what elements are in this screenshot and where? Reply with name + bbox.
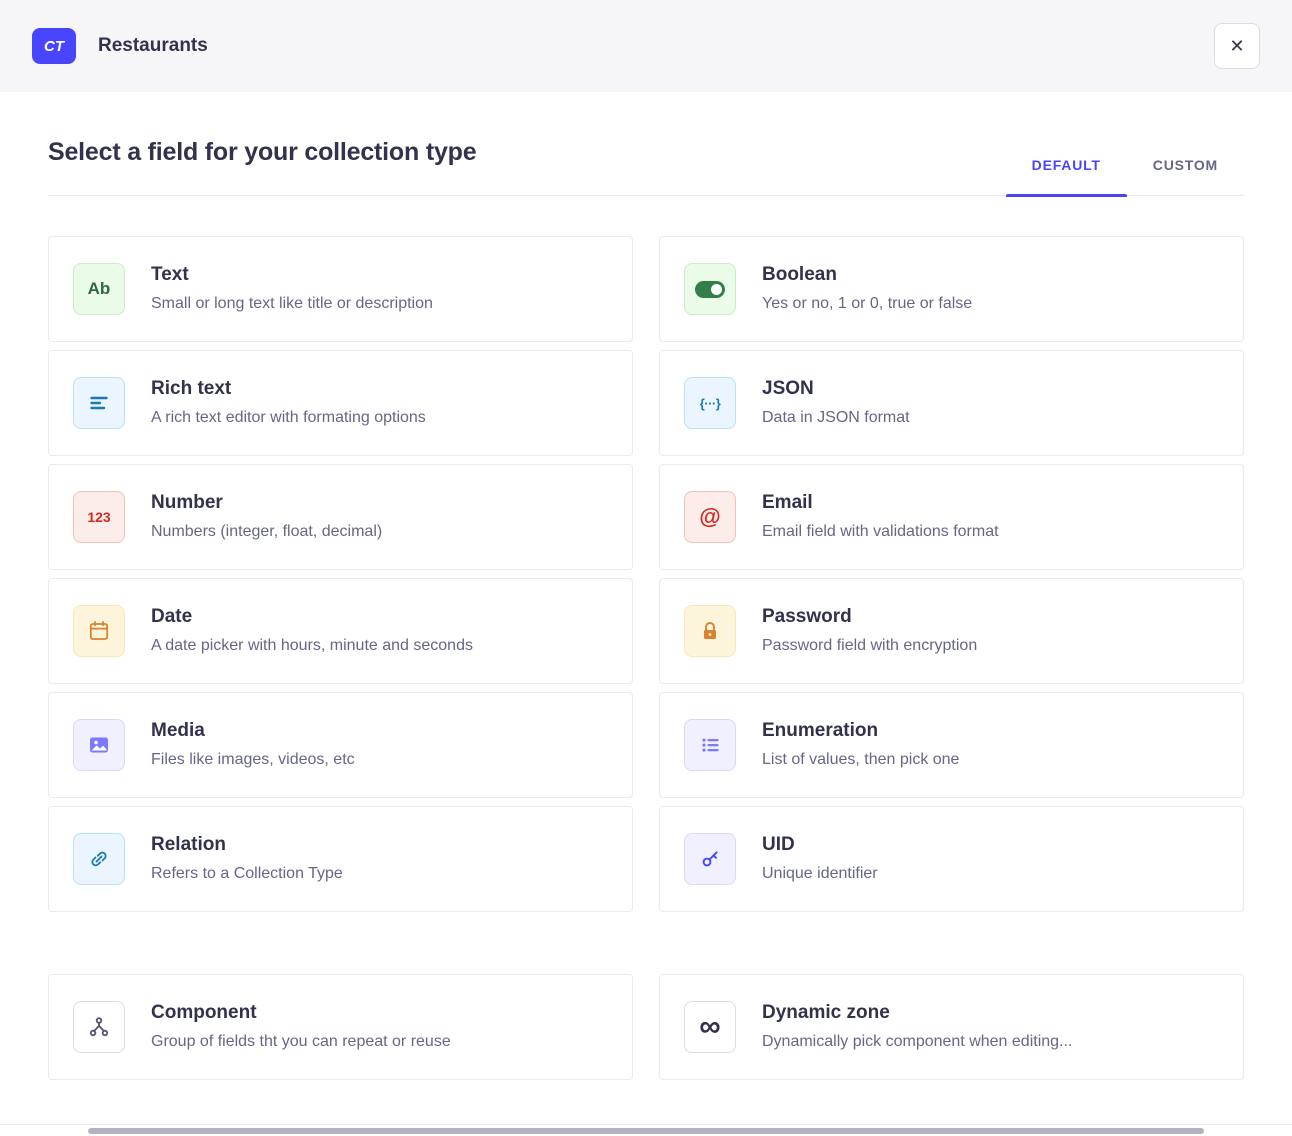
field-description: A date picker with hours, minute and sec… (151, 636, 473, 656)
field-card-rich-text[interactable]: Rich text A rich text editor with format… (48, 350, 633, 456)
modal-content: Select a field for your collection type … (0, 92, 1292, 1080)
field-card-password[interactable]: Password Password field with encryption (659, 578, 1244, 684)
at-icon-glyph: @ (699, 504, 720, 530)
infinity-icon: ∞ (684, 1001, 736, 1053)
field-title: Password (762, 606, 977, 629)
field-description: Data in JSON format (762, 408, 910, 428)
text-icon-glyph: Ab (88, 279, 111, 299)
field-description: Numbers (integer, float, decimal) (151, 522, 382, 542)
field-description: Unique identifier (762, 864, 878, 884)
image-icon (73, 719, 125, 771)
tab-default[interactable]: DEFAULT (1006, 149, 1127, 195)
field-meta: Rich text A rich text editor with format… (151, 378, 426, 429)
json-icon: {···} (684, 377, 736, 429)
field-title: Rich text (151, 378, 426, 401)
field-meta: Boolean Yes or no, 1 or 0, true or false (762, 264, 972, 315)
infinity-icon-glyph: ∞ (699, 1012, 720, 1042)
field-card-email[interactable]: @ Email Email field with validations for… (659, 464, 1244, 570)
close-button[interactable]: ✕ (1214, 23, 1260, 69)
field-card-json[interactable]: {···} JSON Data in JSON format (659, 350, 1244, 456)
field-description: List of values, then pick one (762, 750, 959, 770)
field-meta: Relation Refers to a Collection Type (151, 834, 343, 885)
field-meta: Media Files like images, videos, etc (151, 720, 355, 771)
key-icon (684, 833, 736, 885)
field-picker-modal: CT Restaurants ✕ Select a field for your… (0, 0, 1292, 1136)
toggle-icon (684, 263, 736, 315)
field-card-date[interactable]: Date A date picker with hours, minute an… (48, 578, 633, 684)
field-meta: Password Password field with encryption (762, 606, 977, 657)
collection-type-badge: CT (32, 28, 76, 64)
field-meta: Email Email field with validations forma… (762, 492, 999, 543)
tab-custom-label: CUSTOM (1153, 157, 1218, 173)
json-icon-glyph: {···} (700, 396, 721, 411)
field-meta: Date A date picker with hours, minute an… (151, 606, 473, 657)
field-title: Component (151, 1002, 451, 1025)
field-meta: Dynamic zone Dynamically pick component … (762, 1002, 1072, 1053)
field-card-relation[interactable]: Relation Refers to a Collection Type (48, 806, 633, 912)
modal-header: CT Restaurants ✕ (0, 0, 1292, 92)
rich-text-icon (73, 377, 125, 429)
tab-default-label: DEFAULT (1032, 157, 1101, 173)
field-card-media[interactable]: Media Files like images, videos, etc (48, 692, 633, 798)
field-cards-grid: Ab Text Small or long text like title or… (48, 236, 1244, 912)
collection-title: Restaurants (98, 35, 208, 57)
field-title: Text (151, 264, 433, 287)
field-description: A rich text editor with formating option… (151, 408, 426, 428)
field-card-boolean[interactable]: Boolean Yes or no, 1 or 0, true or false (659, 236, 1244, 342)
field-meta: Enumeration List of values, then pick on… (762, 720, 959, 771)
field-title: Boolean (762, 264, 972, 287)
title-row: Select a field for your collection type … (48, 138, 1244, 196)
field-title: JSON (762, 378, 910, 401)
branch-icon (73, 1001, 125, 1053)
field-description: Files like images, videos, etc (151, 750, 355, 770)
field-card-number[interactable]: 123 Number Numbers (integer, float, deci… (48, 464, 633, 570)
number-icon: 123 (73, 491, 125, 543)
field-card-text[interactable]: Ab Text Small or long text like title or… (48, 236, 633, 342)
field-meta: JSON Data in JSON format (762, 378, 910, 429)
number-icon-glyph: 123 (87, 509, 110, 525)
list-icon (684, 719, 736, 771)
field-title: UID (762, 834, 878, 857)
page-title: Select a field for your collection type (48, 138, 476, 195)
toggle-icon-shape (695, 281, 725, 298)
field-meta: UID Unique identifier (762, 834, 878, 885)
field-title: Relation (151, 834, 343, 857)
field-title: Email (762, 492, 999, 515)
field-title: Media (151, 720, 355, 743)
calendar-icon (73, 605, 125, 657)
field-title: Dynamic zone (762, 1002, 1072, 1025)
tab-custom[interactable]: CUSTOM (1127, 149, 1244, 195)
text-icon: Ab (73, 263, 125, 315)
field-card-uid[interactable]: UID Unique identifier (659, 806, 1244, 912)
field-description: Refers to a Collection Type (151, 864, 343, 884)
advanced-field-cards-grid: Component Group of fields tht you can re… (48, 974, 1244, 1080)
at-icon: @ (684, 491, 736, 543)
field-description: Dynamically pick component when editing.… (762, 1032, 1072, 1052)
scrollbar-thumb[interactable] (88, 1128, 1204, 1134)
field-meta: Component Group of fields tht you can re… (151, 1002, 451, 1053)
field-card-dynamic-zone[interactable]: ∞ Dynamic zone Dynamically pick componen… (659, 974, 1244, 1080)
field-description: Yes or no, 1 or 0, true or false (762, 294, 972, 314)
field-card-enumeration[interactable]: Enumeration List of values, then pick on… (659, 692, 1244, 798)
field-title: Date (151, 606, 473, 629)
field-title: Enumeration (762, 720, 959, 743)
field-meta: Number Numbers (integer, float, decimal) (151, 492, 382, 543)
field-description: Password field with encryption (762, 636, 977, 656)
field-description: Group of fields tht you can repeat or re… (151, 1032, 451, 1052)
field-description: Small or long text like title or descrip… (151, 294, 433, 314)
field-meta: Text Small or long text like title or de… (151, 264, 433, 315)
field-description: Email field with validations format (762, 522, 999, 542)
field-card-component[interactable]: Component Group of fields tht you can re… (48, 974, 633, 1080)
horizontal-scrollbar (0, 1124, 1292, 1136)
link-icon (73, 833, 125, 885)
tabs: DEFAULT CUSTOM (1006, 149, 1244, 195)
field-title: Number (151, 492, 382, 515)
lock-icon (684, 605, 736, 657)
close-icon: ✕ (1229, 36, 1244, 57)
